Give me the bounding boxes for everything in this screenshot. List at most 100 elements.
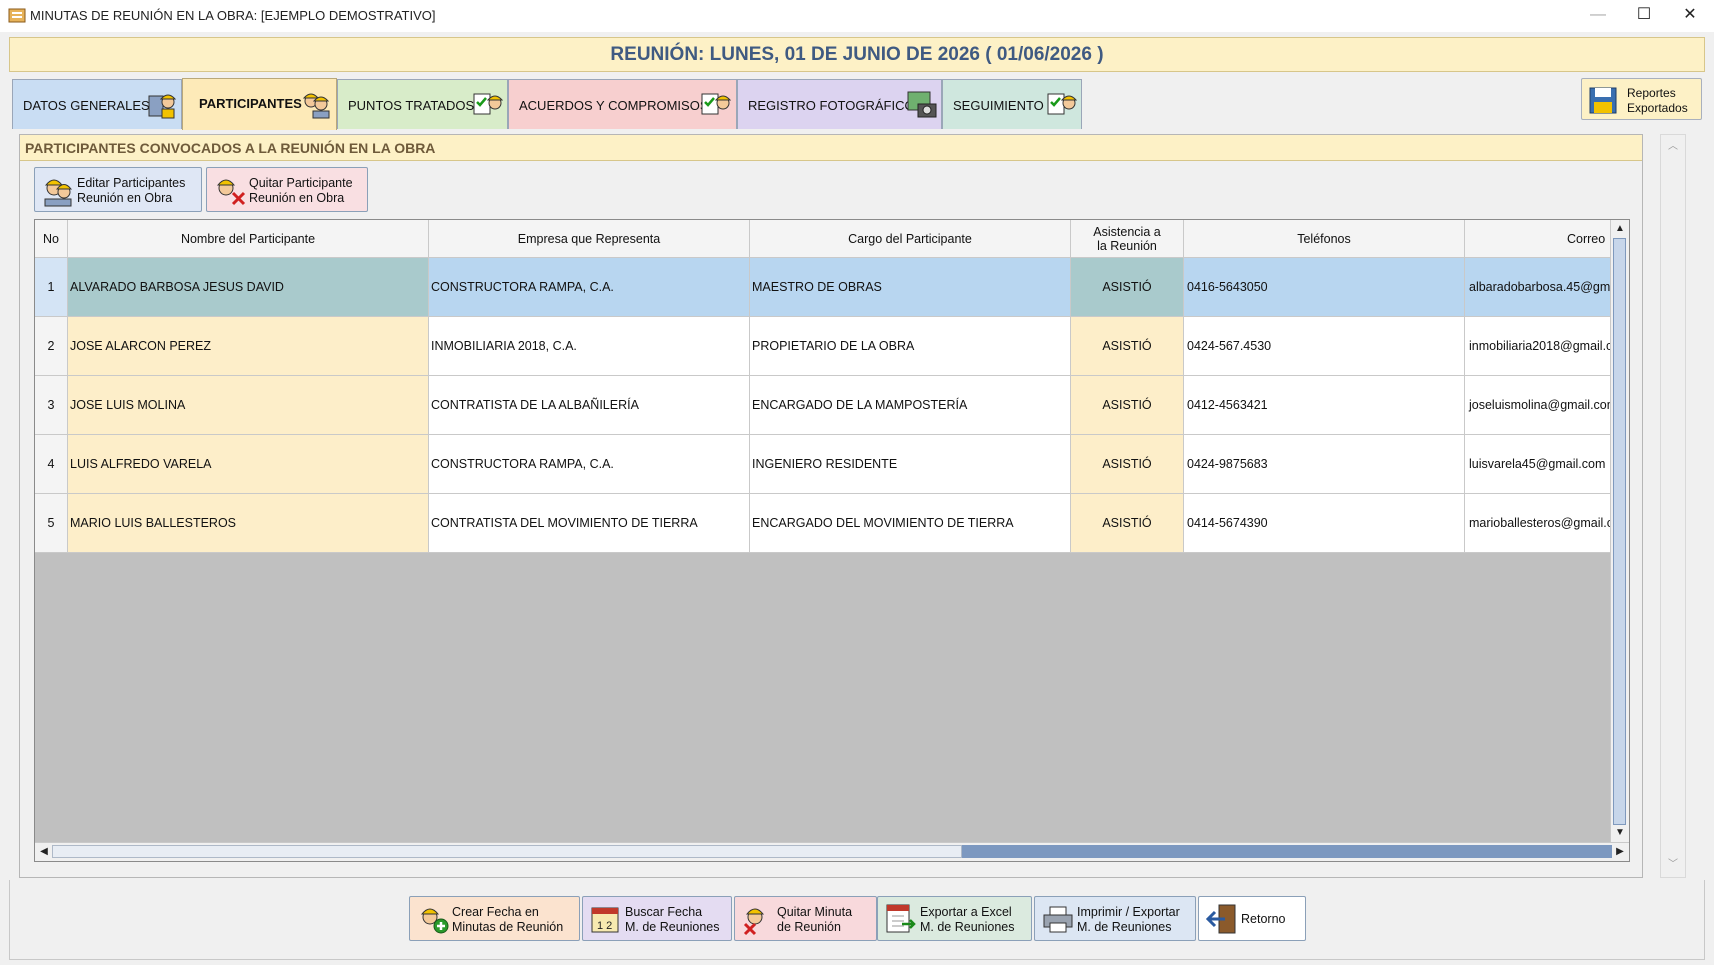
tab-label: PUNTOS TRATADOS [348, 98, 475, 113]
cell-cargo[interactable]: MAESTRO DE OBRAS [750, 258, 1071, 317]
tab-label: PARTICIPANTES [199, 96, 302, 111]
cell-empresa[interactable]: CONTRATISTA DE LA ALBAÑILERÍA [429, 376, 750, 435]
edit-participants-line1: Editar Participantes [77, 176, 186, 190]
header-asistencia-line1: Asistencia a [1093, 224, 1161, 239]
save-disk-icon [1589, 87, 1617, 114]
reportes-label-line1: Reportes [1627, 86, 1676, 100]
cell-nombre[interactable]: ALVARADO BARBOSA JESUS DAVID [68, 258, 429, 317]
tab-acuerdos-compromisos[interactable]: ACUERDOS Y COMPROMISOS [508, 79, 737, 129]
building-worker-icon [148, 94, 177, 119]
exportar-excel-button[interactable]: Exportar a Excel M. de Reuniones [877, 896, 1032, 941]
imprimir-exportar-line2: M. de Reuniones [1077, 920, 1172, 934]
close-button[interactable]: ✕ [1667, 0, 1713, 32]
table-vertical-scroll-thumb[interactable] [1613, 238, 1626, 825]
cell-cargo[interactable]: ENCARGADO DEL MOVIMIENTO DE TIERRA [750, 494, 1071, 553]
buscar-fecha-line1: Buscar Fecha [625, 905, 703, 919]
crear-fecha-line1: Crear Fecha en [452, 905, 539, 919]
cell-correo[interactable]: luisvarela45@gmail.com [1465, 435, 1611, 494]
edit-participants-line2: Reunión en Obra [77, 191, 173, 205]
tab-label: DATOS GENERALES [23, 98, 150, 113]
reportes-label-line2: Exportados [1627, 101, 1688, 115]
cell-no[interactable]: 4 [35, 435, 68, 494]
remove-participant-button[interactable]: Quitar Participante Reunión en Obra [206, 167, 368, 212]
cell-nombre[interactable]: JOSE ALARCON PEREZ [68, 317, 429, 376]
cell-telefono[interactable]: 0424-9875683 [1184, 435, 1465, 494]
cell-telefono[interactable]: 0412-4563421 [1184, 376, 1465, 435]
printer-icon [1043, 906, 1073, 933]
scroll-left-icon[interactable]: ◀ [36, 844, 52, 860]
cell-asistencia[interactable]: ASISTIÓ [1071, 435, 1184, 494]
cell-asistencia[interactable]: ASISTIÓ [1071, 494, 1184, 553]
crear-fecha-line2: Minutas de Reunión [452, 920, 564, 934]
imprimir-exportar-line1: Imprimir / Exportar [1077, 905, 1180, 919]
cell-nombre[interactable]: JOSE LUIS MOLINA [68, 376, 429, 435]
panel-vertical-scrollbar[interactable]: ︿ ﹀ [1660, 134, 1686, 878]
tab-datos-generales[interactable]: DATOS GENERALES [12, 79, 182, 129]
maximize-button[interactable]: ☐ [1621, 0, 1667, 32]
retorno-button[interactable]: Retorno [1198, 896, 1306, 941]
cell-no[interactable]: 3 [35, 376, 68, 435]
cell-nombre[interactable]: LUIS ALFREDO VARELA [68, 435, 429, 494]
cell-telefono[interactable]: 0424-567.4530 [1184, 317, 1465, 376]
cell-cargo[interactable]: INGENIERO RESIDENTE [750, 435, 1071, 494]
scroll-up-icon[interactable]: ▲ [1612, 221, 1628, 237]
header-asistencia[interactable]: Asistencia a la Reunión [1071, 220, 1184, 258]
cell-asistencia[interactable]: ASISTIÓ [1071, 376, 1184, 435]
cell-telefono[interactable]: 0414-5674390 [1184, 494, 1465, 553]
remove-participant-line2: Reunión en Obra [249, 191, 345, 205]
cell-empresa[interactable]: CONSTRUCTORA RAMPA, C.A. [429, 258, 750, 317]
tab-participantes[interactable]: PARTICIPANTES [182, 78, 337, 130]
window-title: MINUTAS DE REUNIÓN EN LA OBRA: [EJEMPLO … [30, 8, 436, 23]
svg-text:1 2: 1 2 [597, 920, 612, 932]
cell-no[interactable]: 5 [35, 494, 68, 553]
retorno-label: Retorno [1241, 912, 1286, 926]
tab-label: SEGUIMIENTO [953, 98, 1044, 113]
scroll-down-icon[interactable]: ▼ [1612, 825, 1628, 841]
tab-registro-fotografico[interactable]: REGISTRO FOTOGRÁFICO [737, 79, 942, 129]
header-no[interactable]: No [35, 220, 68, 258]
buscar-fecha-line2: M. de Reuniones [625, 920, 720, 934]
quitar-minuta-button[interactable]: Quitar Minuta de Reunión [734, 896, 877, 941]
tab-label: ACUERDOS Y COMPROMISOS [519, 98, 709, 113]
cell-correo[interactable]: marioballesteros@gmail.com [1465, 494, 1611, 553]
header-cargo[interactable]: Cargo del Participante [750, 220, 1071, 258]
create-date-icon [420, 908, 449, 934]
edit-participants-button[interactable]: Editar Participantes Reunión en Obra [34, 167, 202, 212]
cell-no[interactable]: 2 [35, 317, 68, 376]
cell-correo[interactable]: inmobiliaria2018@gmail.com [1465, 317, 1611, 376]
header-nombre[interactable]: Nombre del Participante [68, 220, 429, 258]
reportes-exportados-button[interactable]: Reportes Exportados [1581, 78, 1702, 120]
panel-scroll-up-icon[interactable]: ︿ [1665, 139, 1681, 155]
table-horizontal-scroll-thumb[interactable] [52, 845, 962, 858]
panel-scroll-down-icon[interactable]: ﹀ [1665, 857, 1681, 873]
cell-cargo[interactable]: PROPIETARIO DE LA OBRA [750, 317, 1071, 376]
tab-seguimiento[interactable]: SEGUIMIENTO [942, 79, 1082, 129]
cell-telefono[interactable]: 0416-5643050 [1184, 258, 1465, 317]
cell-correo[interactable]: joseluismolina@gmail.com [1465, 376, 1611, 435]
remove-participant-line1: Quitar Participante [249, 176, 353, 190]
tab-puntos-tratados[interactable]: PUNTOS TRATADOS [337, 79, 508, 129]
cell-nombre[interactable]: MARIO LUIS BALLESTEROS [68, 494, 429, 553]
cell-asistencia[interactable]: ASISTIÓ [1071, 317, 1184, 376]
table-vertical-scrollbar[interactable]: ▲ ▼ [1610, 220, 1629, 843]
edit-participants-icon [44, 179, 73, 207]
cell-correo[interactable]: albaradobarbosa.45@gmail.com [1465, 258, 1611, 317]
cell-asistencia[interactable]: ASISTIÓ [1071, 258, 1184, 317]
cell-empresa[interactable]: CONTRATISTA DEL MOVIMIENTO DE TIERRA [429, 494, 750, 553]
meeting-header: REUNIÓN: LUNES, 01 DE JUNIO DE 2026 ( 01… [9, 37, 1705, 72]
cell-no[interactable]: 1 [35, 258, 68, 317]
buscar-fecha-button[interactable]: 1 2 Buscar Fecha M. de Reuniones [582, 896, 732, 941]
cell-empresa[interactable]: INMOBILIARIA 2018, C.A. [429, 317, 750, 376]
scroll-right-icon[interactable]: ▶ [1612, 844, 1628, 860]
cell-empresa[interactable]: CONSTRUCTORA RAMPA, C.A. [429, 435, 750, 494]
exportar-excel-line1: Exportar a Excel [920, 905, 1012, 919]
table-horizontal-scrollbar[interactable]: ◀ ▶ [35, 842, 1629, 861]
header-empresa[interactable]: Empresa que Representa [429, 220, 750, 258]
header-telefonos[interactable]: Teléfonos [1184, 220, 1465, 258]
header-asistencia-line2: la Reunión [1097, 238, 1157, 253]
crear-fecha-button[interactable]: Crear Fecha en Minutas de Reunión [409, 896, 580, 941]
minimize-button[interactable]: — [1575, 0, 1621, 32]
cell-cargo[interactable]: ENCARGADO DE LA MAMPOSTERÍA [750, 376, 1071, 435]
header-correo[interactable]: Correo [1465, 220, 1611, 258]
imprimir-exportar-button[interactable]: Imprimir / Exportar M. de Reuniones [1034, 896, 1196, 941]
